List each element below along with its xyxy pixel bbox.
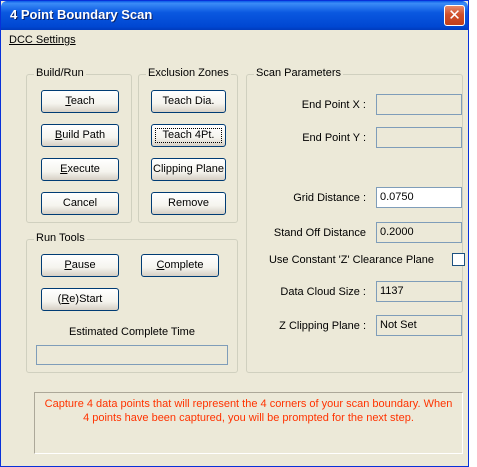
data-cloud-size-label: Data Cloud Size :	[280, 286, 366, 298]
end-point-x-label: End Point X :	[301, 99, 366, 111]
end-point-y-field	[376, 127, 462, 148]
estimated-time-label: Estimated Complete Time	[69, 326, 195, 338]
run-tools-label: Run Tools	[34, 232, 87, 244]
teach-4pt-button[interactable]: Teach 4Pt.	[151, 124, 226, 147]
cancel-button[interactable]: Cancel	[41, 192, 119, 215]
z-clipping-plane-label: Z Clipping Plane :	[279, 320, 366, 332]
build-path-button[interactable]: Build Path	[41, 124, 119, 147]
data-cloud-size-field: 1137	[376, 281, 462, 302]
restart-button[interactable]: (Re)Start	[41, 288, 119, 311]
menu-dcc-settings[interactable]: DCC Settings	[9, 34, 76, 46]
pause-button[interactable]: Pause	[41, 254, 119, 277]
dialog-window: 4 Point Boundary Scan ✕ DCC Settings Bui…	[0, 0, 469, 467]
execute-button[interactable]: Execute	[41, 158, 119, 181]
window-title: 4 Point Boundary Scan	[10, 7, 153, 22]
title-bar[interactable]: 4 Point Boundary Scan ✕	[1, 1, 468, 30]
stand-off-distance-label: Stand Off Distance	[273, 227, 366, 239]
stand-off-distance-field: 0.2000	[376, 222, 462, 243]
scan-parameters-label: Scan Parameters	[254, 67, 343, 79]
instruction-message: Capture 4 data points that will represen…	[34, 392, 463, 454]
grid-distance-input[interactable]: 0.0750	[376, 187, 462, 208]
end-point-y-label: End Point Y :	[302, 132, 366, 144]
estimated-time-field	[36, 345, 228, 365]
teach-dia-button[interactable]: Teach Dia.	[151, 90, 226, 113]
remove-button[interactable]: Remove	[151, 192, 226, 215]
exclusion-zones-label: Exclusion Zones	[146, 67, 231, 79]
teach-button[interactable]: Teach	[41, 90, 119, 113]
grid-distance-label: Grid Distance :	[293, 192, 366, 204]
menu-bar: DCC Settings	[1, 30, 468, 51]
z-clipping-plane-field: Not Set	[376, 315, 462, 336]
constant-z-label: Use Constant 'Z' Clearance Plane	[268, 254, 434, 266]
close-button[interactable]: ✕	[444, 5, 465, 26]
end-point-x-field	[376, 94, 462, 115]
clipping-plane-button[interactable]: Clipping Plane	[151, 158, 226, 181]
close-icon: ✕	[448, 6, 461, 24]
constant-z-checkbox[interactable]	[452, 253, 465, 266]
build-run-label: Build/Run	[34, 67, 86, 79]
complete-button[interactable]: Complete	[141, 254, 219, 277]
